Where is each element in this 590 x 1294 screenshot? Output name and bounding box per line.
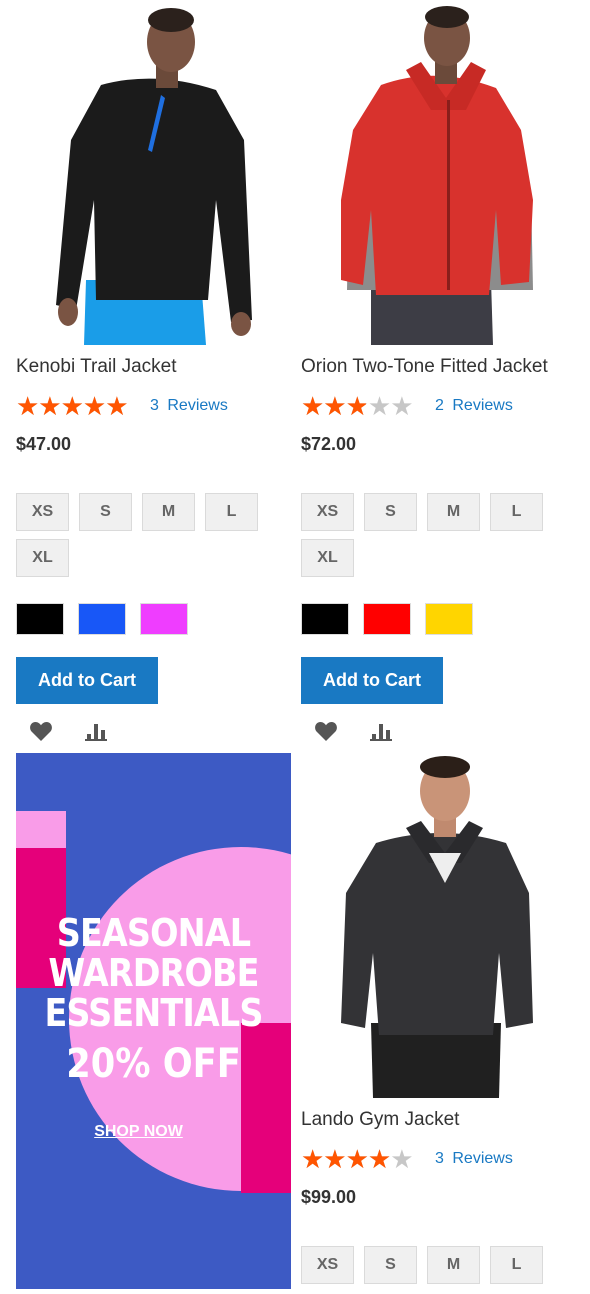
banner-headline-line2: WARDROBE — [48, 951, 259, 995]
size-options: XS S M L XL — [16, 493, 286, 577]
reviews-label: Reviews — [452, 1150, 513, 1167]
rating-stars-fill: ★★★★★ — [301, 394, 366, 418]
size-option-s[interactable]: S — [79, 493, 132, 531]
size-option-xl[interactable]: XL — [301, 539, 354, 577]
product-actions — [28, 719, 110, 743]
shop-now-link[interactable]: SHOP NOW — [16, 1123, 261, 1141]
reviews-link[interactable]: 3 Reviews — [150, 397, 228, 415]
color-swatch-black[interactable] — [16, 603, 64, 635]
color-swatch-purple[interactable] — [140, 603, 188, 635]
product-photo-lando[interactable] — [301, 753, 576, 1098]
color-swatch-red[interactable] — [363, 603, 411, 635]
reviews-count: 2 — [435, 397, 444, 414]
heart-icon[interactable] — [313, 719, 339, 743]
banner-headline: SEASONAL WARDROBE ESSENTIALS — [33, 913, 275, 1033]
color-options — [301, 603, 473, 635]
size-option-xs[interactable]: XS — [16, 493, 69, 531]
product-name[interactable]: Lando Gym Jacket — [301, 1109, 459, 1131]
reviews-link[interactable]: 2 Reviews — [435, 397, 513, 415]
size-option-xl[interactable]: XL — [16, 539, 69, 577]
size-options: XS S M L XL — [301, 493, 571, 577]
reviews-link[interactable]: 3 Reviews — [435, 1150, 513, 1168]
rating-stars-fill: ★★★★★ — [301, 1147, 392, 1171]
banner-headline-line1: SEASONAL — [56, 911, 251, 955]
size-option-l[interactable]: L — [490, 1246, 543, 1284]
rating-stars: ★★★★★ ★★★★★ — [301, 1144, 414, 1174]
size-option-xs[interactable]: XS — [301, 1246, 354, 1284]
product-name[interactable]: Kenobi Trail Jacket — [16, 356, 177, 378]
color-options — [16, 603, 188, 635]
color-swatch-yellow[interactable] — [425, 603, 473, 635]
color-swatch-blue[interactable] — [78, 603, 126, 635]
color-swatch-black[interactable] — [301, 603, 349, 635]
product-price: $99.00 — [301, 1187, 357, 1207]
banner-headline-line3: ESSENTIALS — [44, 991, 263, 1035]
reviews-label: Reviews — [167, 397, 228, 414]
add-to-cart-button[interactable]: Add to Cart — [301, 657, 443, 704]
rating-stars: ★★★★★ ★★★★★ — [16, 393, 146, 419]
product-rating: ★★★★★ ★★★★★ 2 Reviews — [301, 391, 513, 421]
size-option-s[interactable]: S — [364, 1246, 417, 1284]
size-option-l[interactable]: L — [490, 493, 543, 531]
reviews-count: 3 — [150, 397, 159, 414]
banner-discount: 20% OFF — [66, 1041, 241, 1087]
product-name[interactable]: Orion Two-Tone Fitted Jacket — [301, 356, 548, 378]
size-option-xs[interactable]: XS — [301, 493, 354, 531]
size-option-m[interactable]: M — [427, 493, 480, 531]
product-price: $47.00 — [16, 434, 72, 454]
add-to-cart-button[interactable]: Add to Cart — [16, 657, 158, 704]
size-option-s[interactable]: S — [364, 493, 417, 531]
reviews-count: 3 — [435, 1150, 444, 1167]
product-price: $72.00 — [301, 434, 357, 454]
product-photo-orion[interactable] — [301, 0, 576, 345]
product-photo-kenobi[interactable] — [16, 0, 291, 345]
size-option-m[interactable]: M — [142, 493, 195, 531]
rating-stars: ★★★★★ ★★★★★ — [301, 391, 414, 421]
reviews-label: Reviews — [452, 397, 513, 414]
product-rating: ★★★★★ ★★★★★ 3 Reviews — [301, 1144, 513, 1174]
product-actions — [313, 719, 395, 743]
bar-chart-icon[interactable] — [369, 719, 395, 743]
bar-chart-icon[interactable] — [84, 719, 110, 743]
heart-icon[interactable] — [28, 719, 54, 743]
size-option-m[interactable]: M — [427, 1246, 480, 1284]
size-option-l[interactable]: L — [205, 493, 258, 531]
rating-stars-fill: ★★★★★ — [16, 394, 129, 418]
product-rating: ★★★★★ ★★★★★ 3 Reviews — [16, 393, 228, 419]
promo-banner[interactable]: SEASONAL WARDROBE ESSENTIALS 20% OFF SHO… — [16, 753, 291, 1289]
size-options: XS S M L — [301, 1246, 571, 1284]
